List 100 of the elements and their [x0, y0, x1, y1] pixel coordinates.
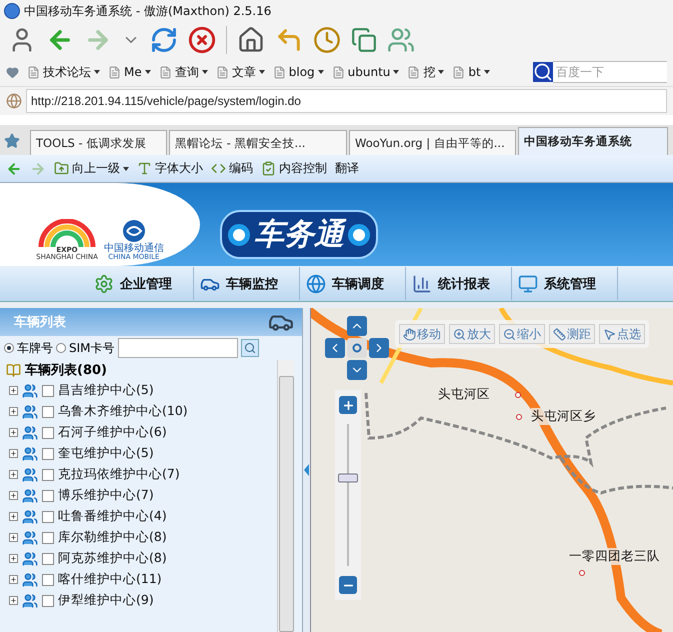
- toolbar-button[interactable]: 内容控制: [261, 160, 327, 177]
- tree-item[interactable]: 库尔勒维护中心(8): [58, 529, 167, 546]
- caret-icon: [258, 70, 265, 74]
- favorites-icon[interactable]: [6, 66, 19, 78]
- undo-icon[interactable]: [275, 26, 303, 54]
- place-label: 头屯河区乡: [531, 408, 596, 425]
- users-icon[interactable]: [387, 26, 415, 54]
- bookmark-link[interactable]: 查询: [158, 64, 208, 80]
- nav-item[interactable]: 车辆监控: [194, 267, 300, 300]
- checkbox[interactable]: [42, 384, 54, 396]
- checkbox[interactable]: [42, 426, 54, 438]
- place-dot: [515, 392, 521, 398]
- toolbar-button[interactable]: 编码: [211, 160, 253, 177]
- checkbox[interactable]: [42, 490, 54, 502]
- back-icon[interactable]: [6, 160, 22, 176]
- mobile-logo-icon: [122, 219, 146, 244]
- group-icon: [22, 466, 38, 482]
- nav-item[interactable]: 系统管理: [512, 267, 618, 300]
- expand-toggle[interactable]: [9, 407, 18, 416]
- tree-item[interactable]: 喀什维护中心(11): [58, 571, 162, 588]
- caret-icon: [144, 70, 151, 74]
- checkbox[interactable]: [42, 552, 54, 564]
- expand-toggle[interactable]: [9, 470, 18, 479]
- tree-item[interactable]: 奎屯维护中心(5): [58, 445, 154, 462]
- expand-toggle[interactable]: [9, 428, 18, 437]
- pan-right-button[interactable]: [369, 338, 389, 358]
- tree-item[interactable]: 博乐维护中心(7): [58, 487, 154, 504]
- checkbox[interactable]: [42, 406, 54, 418]
- tree-item[interactable]: 吐鲁番维护中心(4): [58, 508, 167, 525]
- windows-icon[interactable]: [351, 27, 377, 53]
- browser-tab[interactable]: 黑帽论坛 - 黑帽安全技...: [169, 130, 347, 155]
- map-tool-button[interactable]: 缩小: [499, 324, 545, 344]
- app-icon: [4, 3, 20, 19]
- place-dot: [579, 570, 585, 576]
- map-tool-button[interactable]: 放大: [449, 324, 495, 344]
- group-icon: [22, 446, 38, 462]
- browser-tab[interactable]: TOOLS - 低调求发展: [30, 130, 167, 155]
- expand-toggle[interactable]: [9, 449, 18, 458]
- code-icon: [211, 161, 226, 176]
- search-field[interactable]: 百度一下: [553, 61, 667, 83]
- expand-toggle[interactable]: [9, 491, 18, 500]
- pan-up-button[interactable]: [347, 316, 367, 336]
- map-tool-button[interactable]: 移动: [399, 324, 445, 344]
- checkbox[interactable]: [42, 532, 54, 544]
- favorites-icon[interactable]: [4, 133, 20, 149]
- bookmark-link[interactable]: 挖: [407, 64, 444, 80]
- expand-toggle[interactable]: [9, 386, 18, 395]
- refresh-icon[interactable]: [150, 26, 178, 54]
- expand-toggle[interactable]: [9, 575, 18, 584]
- plus-icon: [10, 597, 17, 604]
- bookmark-link[interactable]: ubuntu: [332, 65, 400, 79]
- checkbox[interactable]: [42, 448, 54, 460]
- caret-icon: [393, 70, 400, 74]
- expand-toggle[interactable]: [9, 512, 18, 521]
- stop-icon[interactable]: [188, 26, 216, 54]
- toolbar-button[interactable]: 向上一级: [54, 160, 129, 177]
- search-button[interactable]: [240, 339, 259, 357]
- pan-left-button[interactable]: [325, 338, 345, 358]
- zoom-thumb[interactable]: [338, 473, 358, 482]
- tree-item[interactable]: 石河子维护中心(6): [58, 424, 167, 441]
- toolbar-button[interactable]: 字体大小: [137, 160, 203, 177]
- group-icon: [22, 508, 38, 524]
- expand-toggle[interactable]: [9, 533, 18, 542]
- checkbox[interactable]: [42, 468, 54, 480]
- globe-icon: [306, 274, 326, 294]
- expand-toggle[interactable]: [9, 554, 18, 563]
- pan-center-button[interactable]: [347, 338, 367, 358]
- zoom-in-button[interactable]: [339, 396, 357, 414]
- browser-tab[interactable]: 中国移动车务通系统: [518, 127, 668, 155]
- bookmark-link[interactable]: 技术论坛: [27, 64, 100, 80]
- checkbox[interactable]: [42, 574, 54, 586]
- search-input[interactable]: [118, 338, 238, 358]
- bookmark-link[interactable]: blog: [272, 65, 324, 79]
- expand-toggle[interactable]: [9, 596, 18, 605]
- tree-item[interactable]: 乌鲁木齐维护中心(10): [58, 403, 188, 420]
- nav-item[interactable]: 车辆调度: [300, 267, 406, 300]
- checkbox[interactable]: [42, 594, 54, 606]
- address-field[interactable]: http://218.201.94.115/vehicle/page/system/login.do: [26, 89, 667, 113]
- browser-tab[interactable]: WooYun.org | 自由平等的...: [349, 130, 516, 155]
- toolbar-button[interactable]: 翻译: [335, 160, 359, 177]
- home-icon[interactable]: [237, 26, 265, 54]
- clock-icon[interactable]: [313, 26, 341, 54]
- nav-item[interactable]: 统计报表: [406, 267, 512, 300]
- nav-item[interactable]: 企业管理: [88, 267, 194, 300]
- map-tool-button[interactable]: 点选: [599, 324, 645, 344]
- tree-item[interactable]: 昌吉维护中心(5): [58, 382, 154, 399]
- bookmark-link[interactable]: 文章: [216, 64, 265, 80]
- zoom-out-button[interactable]: [339, 576, 357, 594]
- bookmark-link[interactable]: Me: [108, 65, 151, 79]
- bookmark-link[interactable]: bt: [452, 65, 490, 79]
- search-mode-radio[interactable]: SIM卡号: [56, 340, 115, 356]
- map-tool-button[interactable]: 测距: [549, 324, 595, 344]
- plus-icon: [10, 555, 17, 562]
- checkbox[interactable]: [42, 510, 54, 522]
- search-mode-radio[interactable]: 车牌号: [4, 340, 53, 356]
- tree-item[interactable]: 伊犁维护中心(9): [58, 592, 154, 609]
- tree-item[interactable]: 阿克苏维护中心(8): [58, 550, 167, 567]
- scrollbar[interactable]: [277, 360, 294, 632]
- tree-item[interactable]: 克拉玛依维护中心(7): [58, 466, 180, 483]
- pan-down-button[interactable]: [347, 360, 367, 380]
